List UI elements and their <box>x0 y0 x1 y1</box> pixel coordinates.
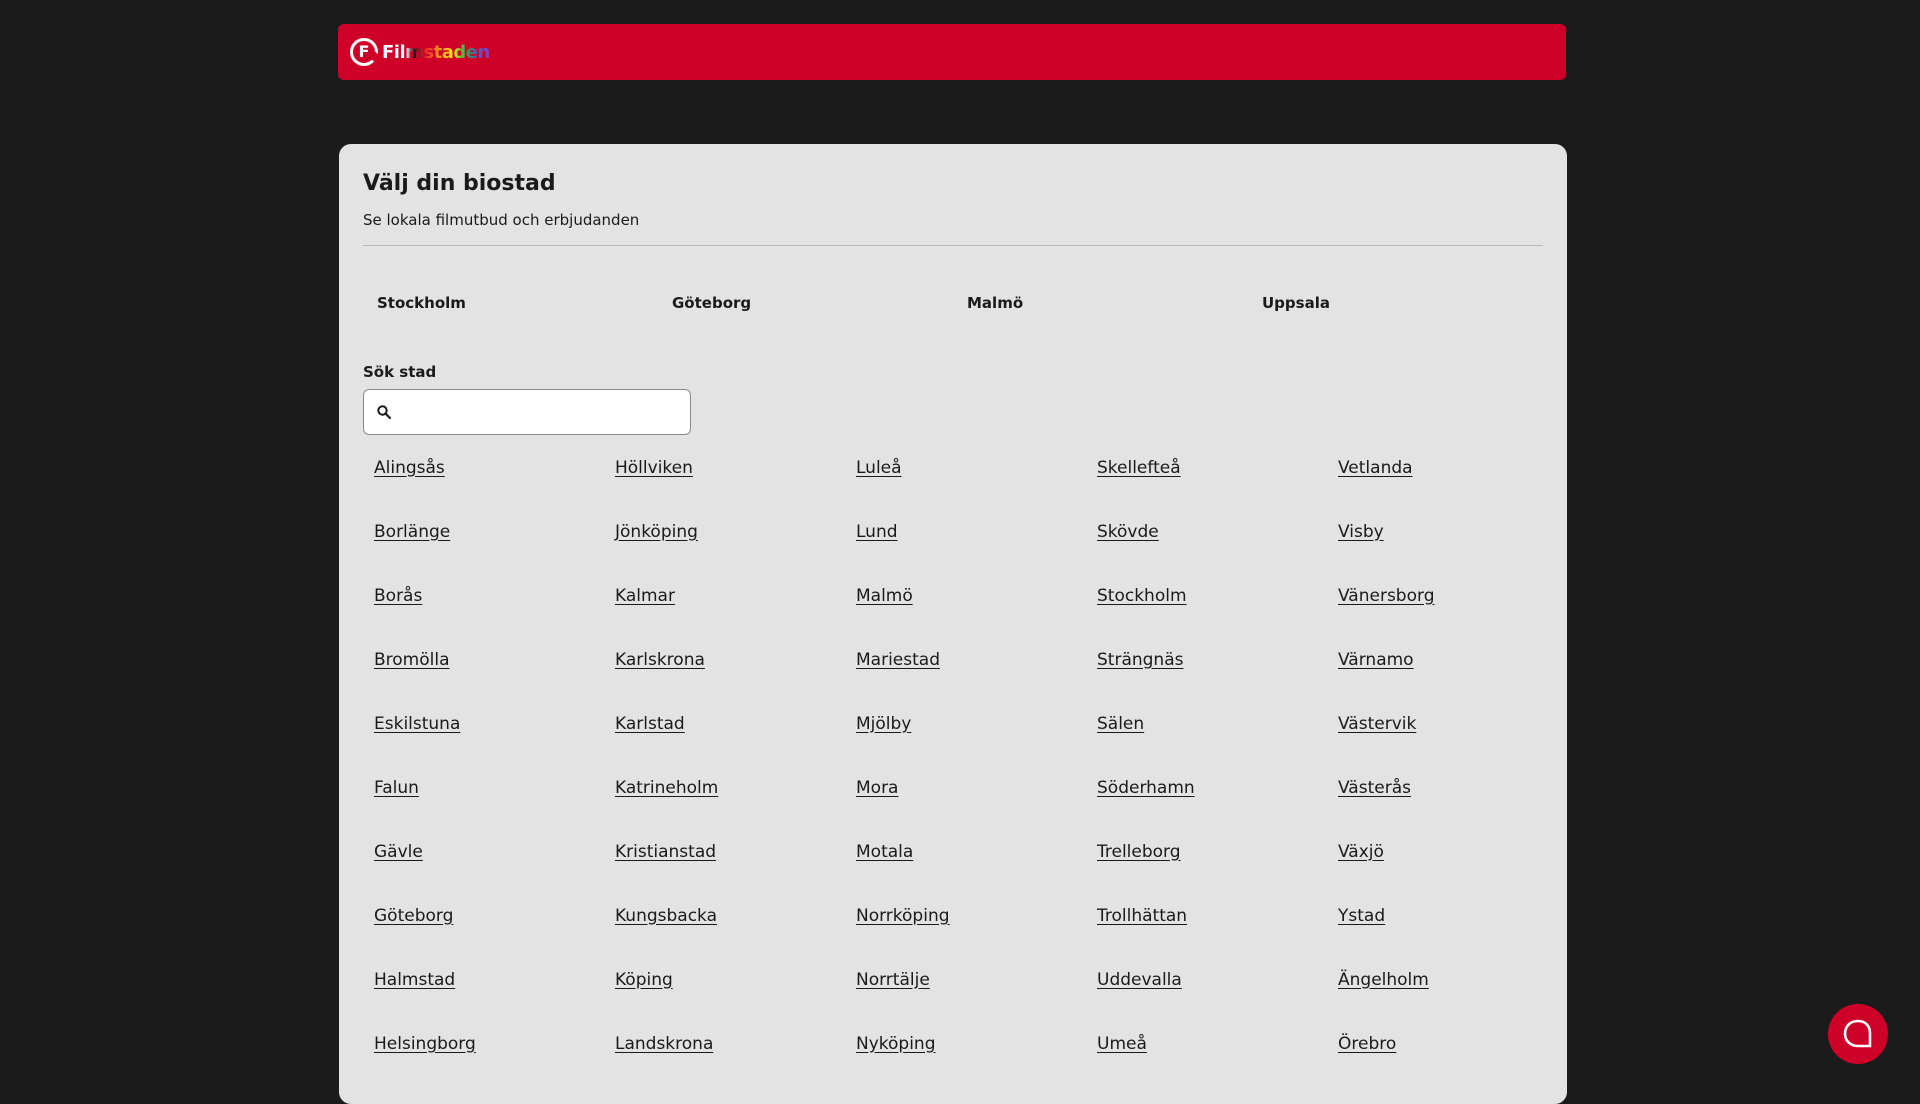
city-link[interactable]: Vänersborg <box>1338 585 1434 607</box>
city-link[interactable]: Höllviken <box>615 457 693 479</box>
search-icon <box>377 404 392 419</box>
city-link[interactable]: Visby <box>1338 521 1384 543</box>
logo-text: Filmstaden <box>382 41 490 63</box>
city-link[interactable]: Mariestad <box>856 649 940 671</box>
city-link[interactable]: Borlänge <box>374 521 450 543</box>
city-link[interactable]: Eskilstuna <box>374 713 460 735</box>
city-link[interactable]: Nyköping <box>856 1033 936 1055</box>
city-link[interactable]: Falun <box>374 777 419 799</box>
city-list: Alingsås Höllviken Luleå Skellefteå Vetlanda… <box>374 457 1543 1097</box>
divider <box>363 244 1543 246</box>
city-link[interactable]: Gävle <box>374 841 423 863</box>
city-link[interactable]: Skellefteå <box>1097 457 1181 479</box>
popular-city-uppsala[interactable]: Uppsala <box>1248 293 1543 313</box>
city-link[interactable]: Stockholm <box>1097 585 1187 607</box>
city-link[interactable]: Katrineholm <box>615 777 718 799</box>
city-link[interactable]: Luleå <box>856 457 902 479</box>
page-title: Välj din biostad <box>363 171 556 196</box>
city-link[interactable]: Värnamo <box>1338 649 1414 671</box>
city-link[interactable]: Kungsbacka <box>615 905 717 927</box>
city-link[interactable]: Växjö <box>1338 841 1384 863</box>
city-link[interactable]: Karlskrona <box>615 649 705 671</box>
popular-city-goteborg[interactable]: Göteborg <box>658 293 953 313</box>
city-link[interactable]: Vetlanda <box>1338 457 1413 479</box>
city-link[interactable]: Mora <box>856 777 898 799</box>
city-link[interactable]: Malmö <box>856 585 913 607</box>
popular-city-stockholm[interactable]: Stockholm <box>363 293 658 313</box>
city-link[interactable]: Lund <box>856 521 898 543</box>
city-link[interactable]: Västerås <box>1338 777 1411 799</box>
filmstaden-logo-icon: F <box>350 38 378 66</box>
page-subtitle: Se lokala filmutbud och erbjudanden <box>363 210 640 229</box>
filmstaden-logo[interactable]: F Filmstaden <box>350 38 490 66</box>
city-link[interactable]: Umeå <box>1097 1033 1147 1055</box>
city-link[interactable]: Borås <box>374 585 422 607</box>
city-link[interactable]: Mjölby <box>856 713 911 735</box>
city-link[interactable]: Trollhättan <box>1097 905 1187 927</box>
city-link[interactable]: Kristianstad <box>615 841 716 863</box>
city-link[interactable]: Trelleborg <box>1097 841 1181 863</box>
search-input[interactable] <box>398 390 690 433</box>
city-link[interactable]: Norrtälje <box>856 969 930 991</box>
city-link[interactable]: Skövde <box>1097 521 1159 543</box>
chat-button[interactable] <box>1828 1004 1888 1064</box>
chat-bubble-icon <box>1843 1019 1872 1048</box>
city-link[interactable]: Uddevalla <box>1097 969 1182 991</box>
city-link[interactable]: Söderhamn <box>1097 777 1195 799</box>
city-link[interactable]: Ystad <box>1338 905 1385 927</box>
city-link[interactable]: Strängnäs <box>1097 649 1183 671</box>
site-header: F Filmstaden <box>338 24 1566 80</box>
search-label: Sök stad <box>363 362 437 381</box>
city-link[interactable]: Norrköping <box>856 905 950 927</box>
popular-city-malmo[interactable]: Malmö <box>953 293 1248 313</box>
city-link[interactable]: Alingsås <box>374 457 445 479</box>
city-link[interactable]: Västervik <box>1338 713 1416 735</box>
city-link[interactable]: Halmstad <box>374 969 455 991</box>
city-link[interactable]: Helsingborg <box>374 1033 476 1055</box>
city-link[interactable]: Sälen <box>1097 713 1144 735</box>
city-link[interactable]: Kalmar <box>615 585 675 607</box>
city-link[interactable]: Bromölla <box>374 649 450 671</box>
city-link[interactable]: Karlstad <box>615 713 685 735</box>
city-link[interactable]: Örebro <box>1338 1033 1396 1055</box>
city-link[interactable]: Göteborg <box>374 905 453 927</box>
popular-cities: Stockholm Göteborg Malmö Uppsala <box>363 293 1543 313</box>
search-box[interactable] <box>363 388 691 435</box>
city-link[interactable]: Ängelholm <box>1338 969 1429 991</box>
city-link[interactable]: Jönköping <box>615 521 698 543</box>
city-picker-panel: Välj din biostad Se lokala filmutbud och… <box>339 144 1567 1104</box>
city-link[interactable]: Landskrona <box>615 1033 713 1055</box>
city-link[interactable]: Motala <box>856 841 913 863</box>
city-link[interactable]: Köping <box>615 969 673 991</box>
